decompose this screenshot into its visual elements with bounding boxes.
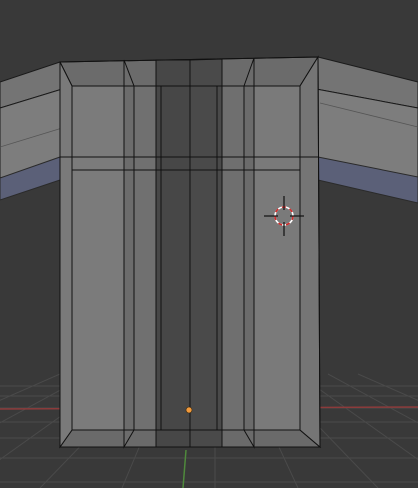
viewport-canvas[interactable] bbox=[0, 0, 418, 488]
pillar-mesh[interactable] bbox=[59, 55, 322, 449]
object-origin-icon[interactable] bbox=[185, 406, 193, 414]
3d-viewport[interactable] bbox=[0, 0, 418, 488]
